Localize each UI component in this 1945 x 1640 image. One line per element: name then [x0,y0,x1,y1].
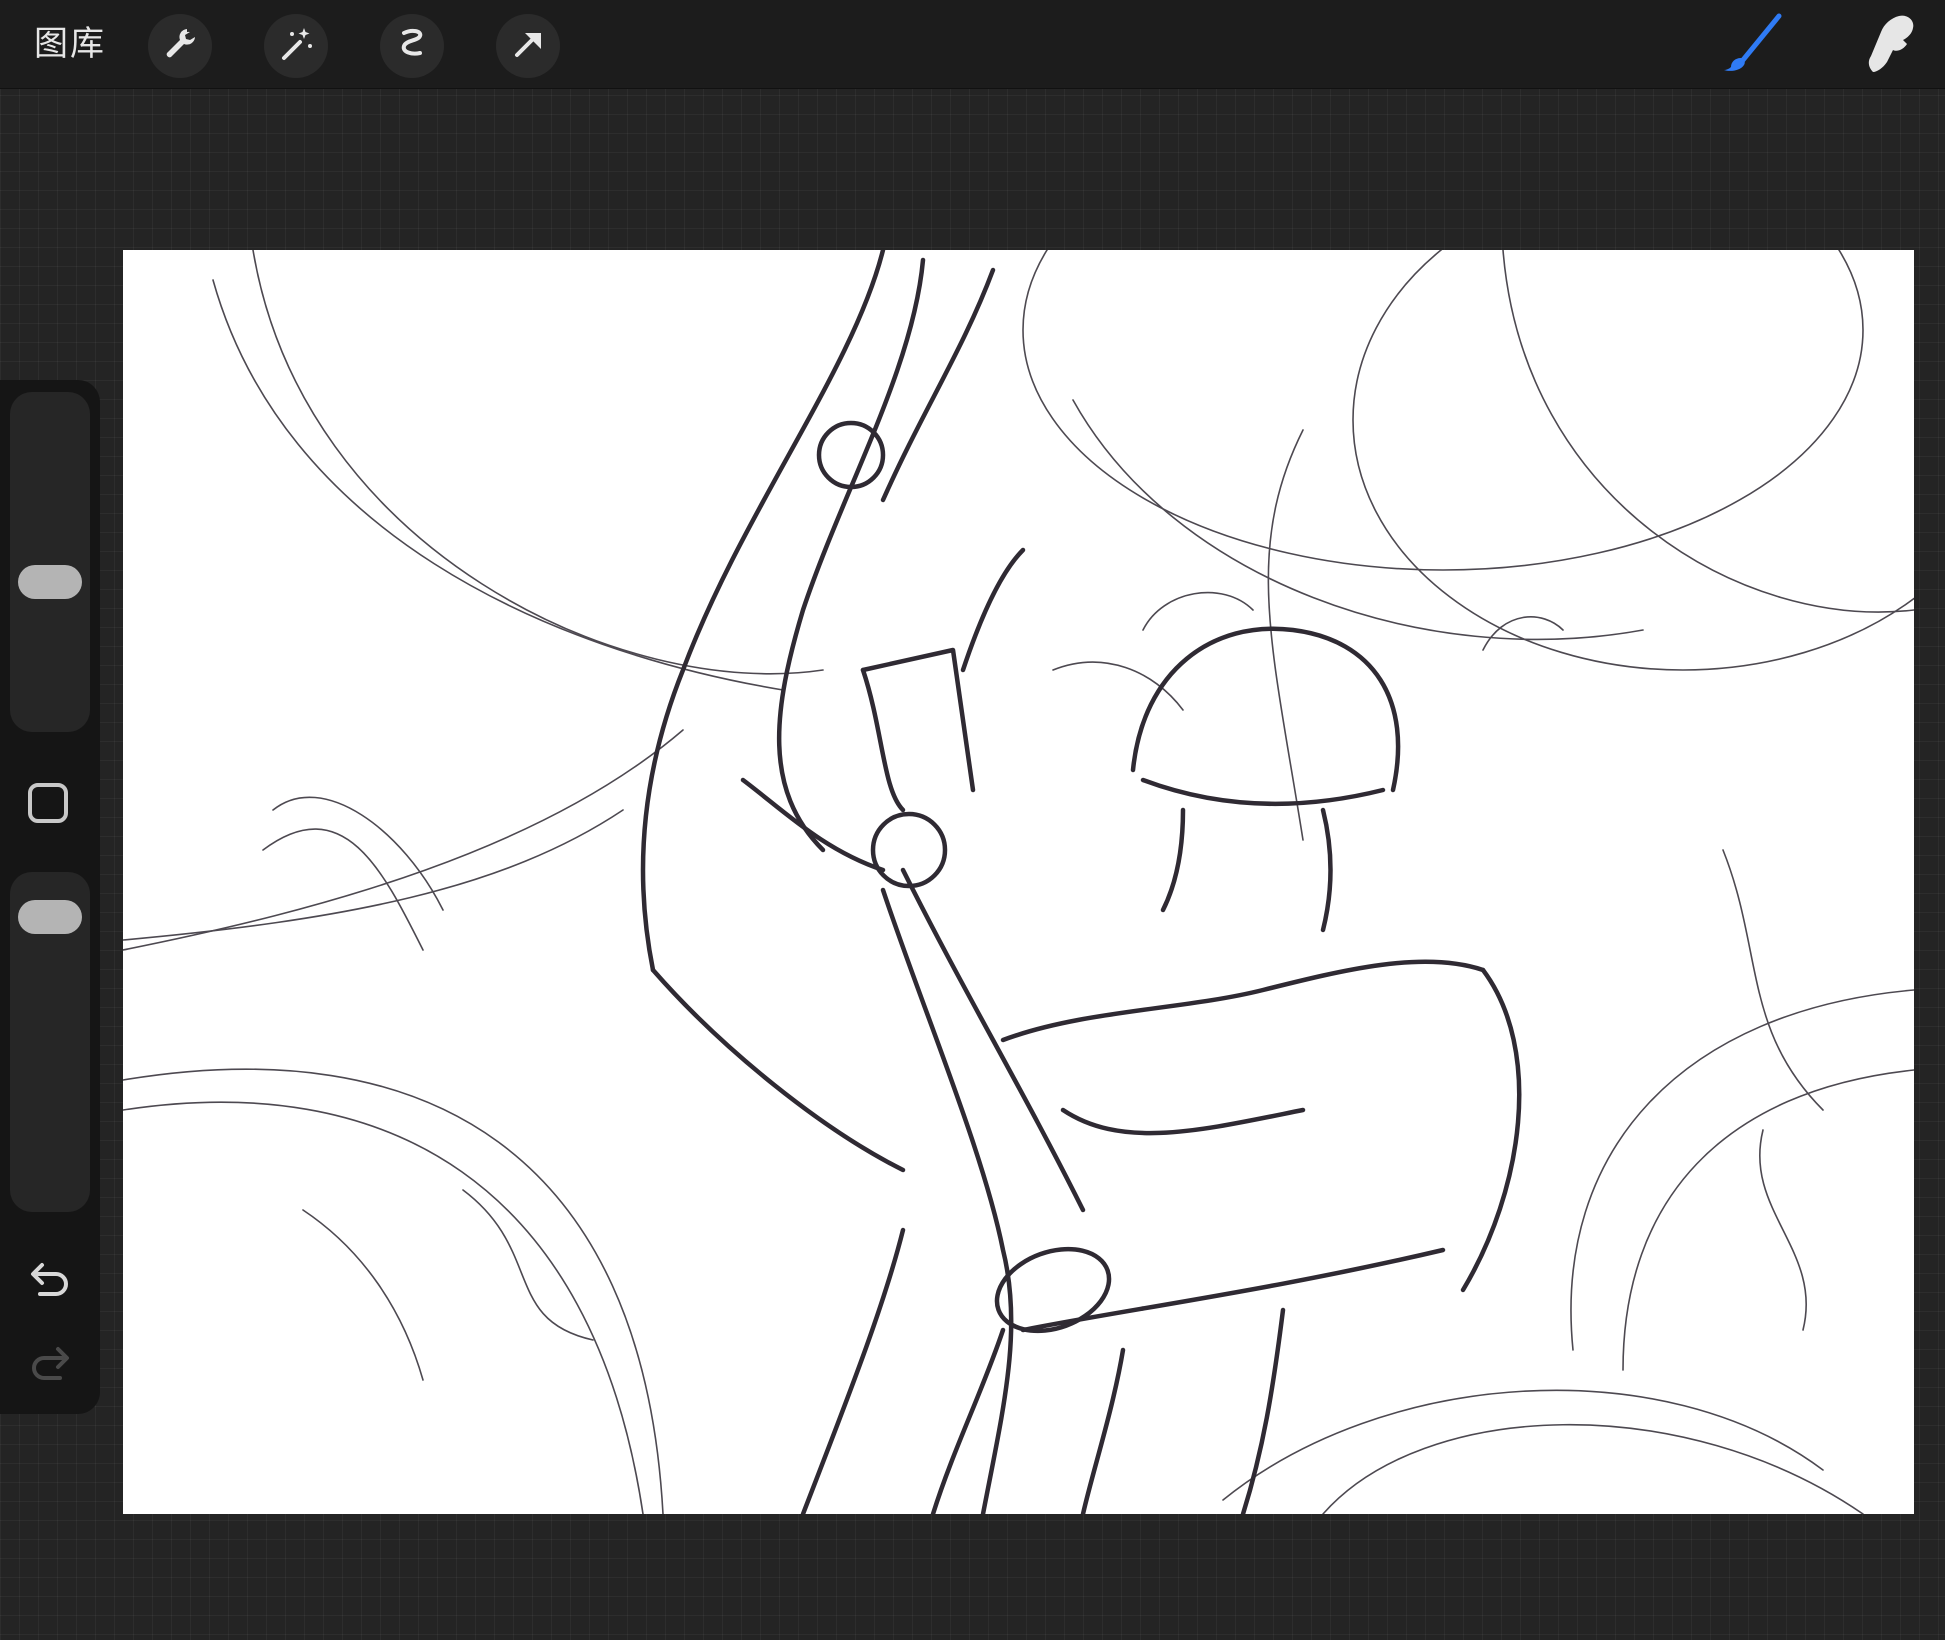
undo-icon [24,1263,76,1312]
adjustments-button[interactable] [264,14,328,78]
actions-button[interactable] [148,14,212,78]
opacity-slider[interactable] [10,872,90,1212]
brush-icon [1721,12,1785,81]
brush-tool-button[interactable] [1719,12,1787,80]
drawing-canvas[interactable] [123,250,1914,1514]
undo-button[interactable] [24,1256,76,1308]
selection-button[interactable] [380,14,444,78]
left-sidebar [0,380,100,1414]
wrench-icon [160,24,200,69]
smudge-tool-button[interactable] [1855,12,1923,80]
redo-button[interactable] [24,1340,76,1392]
smudge-icon [1857,12,1921,81]
redo-icon [24,1347,76,1396]
sketch-artwork [123,250,1914,1514]
brush-size-slider[interactable] [10,392,90,732]
selection-icon [392,24,432,69]
transform-button[interactable] [496,14,560,78]
background-sketch-circles [123,250,1914,1514]
brush-size-thumb[interactable] [18,565,82,600]
modify-button[interactable] [28,783,68,823]
transform-arrow-icon [508,24,548,69]
top-toolbar: 图库 [0,0,1945,89]
gallery-button[interactable]: 图库 [34,20,106,68]
magic-wand-icon [276,24,316,69]
figure-sketch-strokes [640,250,1522,1514]
opacity-thumb[interactable] [18,900,82,935]
